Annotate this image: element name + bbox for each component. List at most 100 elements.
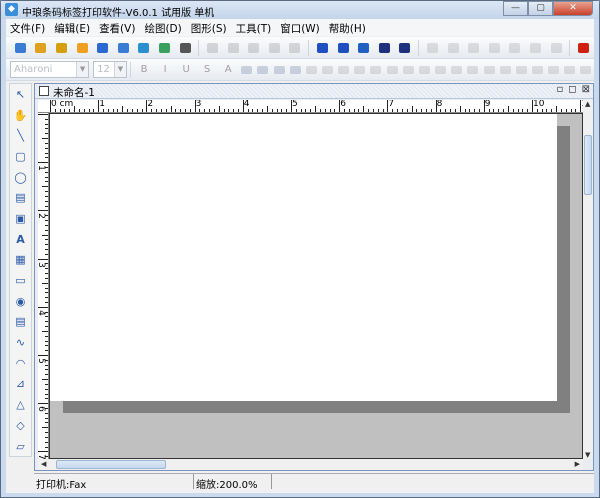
align-button[interactable] xyxy=(451,62,463,78)
font-size-select[interactable]: 12 ▼ xyxy=(93,61,127,78)
text-tool[interactable]: A xyxy=(10,229,31,250)
format-s-button[interactable]: S xyxy=(199,62,215,78)
rtf-tool[interactable]: ▤ xyxy=(10,312,31,333)
chevron-down-icon[interactable]: ▼ xyxy=(113,62,126,77)
align-button[interactable] xyxy=(273,62,285,78)
close-button[interactable]: ✕ xyxy=(553,1,593,16)
open-button[interactable] xyxy=(33,40,49,56)
align-button[interactable] xyxy=(548,62,560,78)
polyline-tool[interactable]: ⊿ xyxy=(10,374,31,395)
print-button[interactable] xyxy=(95,40,111,56)
menu-item[interactable]: 绘图(D) xyxy=(140,19,186,36)
database-add-button[interactable] xyxy=(157,40,173,56)
align-button[interactable] xyxy=(532,62,543,78)
ellipse-tool[interactable]: ◯ xyxy=(10,167,31,188)
undo-button[interactable] xyxy=(267,40,283,56)
vertical-scrollbar[interactable]: ▲ ▼ xyxy=(583,100,593,459)
line-tool[interactable]: ╲ xyxy=(10,125,31,146)
zoom-fit-button[interactable] xyxy=(356,40,372,56)
scroll-left-icon[interactable]: ◀ xyxy=(41,460,46,468)
new-button[interactable] xyxy=(13,40,29,56)
scroll-down-icon[interactable]: ▼ xyxy=(585,451,590,459)
horizontal-scrollbar[interactable]: ◀ ▶ xyxy=(38,459,583,470)
bring-front-button[interactable] xyxy=(507,40,523,56)
align-button[interactable] xyxy=(338,62,350,78)
menu-item[interactable]: 文件(F) xyxy=(6,19,50,36)
align-button[interactable] xyxy=(483,62,495,78)
horizontal-scroll-thumb[interactable] xyxy=(56,460,166,469)
align-button[interactable] xyxy=(499,62,511,78)
menu-item[interactable]: 查看(V) xyxy=(95,19,140,36)
format-u-button[interactable]: U xyxy=(178,62,194,78)
scroll-up-icon[interactable]: ▲ xyxy=(585,100,590,108)
format-a-button[interactable]: A xyxy=(220,62,236,78)
save-button[interactable] xyxy=(54,40,70,56)
format-i-button[interactable]: I xyxy=(157,62,173,78)
menu-item[interactable]: 图形(S) xyxy=(187,19,232,36)
print-preview-button[interactable] xyxy=(115,40,131,56)
align-button[interactable] xyxy=(402,62,414,78)
pan-tool[interactable]: ✋ xyxy=(10,105,31,126)
rounded-rect-tool[interactable]: ▢ xyxy=(10,146,31,167)
send-back-button[interactable] xyxy=(528,40,544,56)
redo-button[interactable] xyxy=(287,40,303,56)
zoom-actual-button[interactable] xyxy=(397,40,413,56)
seal-tool[interactable]: ◉ xyxy=(10,291,31,312)
align-button[interactable] xyxy=(435,62,447,78)
align-button[interactable] xyxy=(580,62,592,78)
maximize-button[interactable]: ▢ xyxy=(528,1,553,16)
database-button[interactable] xyxy=(136,40,152,56)
pdf-button[interactable] xyxy=(576,40,592,56)
document-tab[interactable]: 未命名-1 ▫ ◻ ⊠ xyxy=(35,84,593,99)
paste-button[interactable] xyxy=(246,40,262,56)
grid-button[interactable] xyxy=(177,40,193,56)
image-tool[interactable]: ▣ xyxy=(10,208,31,229)
zoom-page-button[interactable] xyxy=(377,40,393,56)
align-button[interactable] xyxy=(564,62,576,78)
arc-tool[interactable]: ◠ xyxy=(10,353,31,374)
font-select[interactable]: Aharoni ▼ xyxy=(10,61,90,78)
align-button[interactable] xyxy=(515,62,527,78)
design-canvas[interactable] xyxy=(49,113,583,459)
cut-button[interactable] xyxy=(205,40,221,56)
diamond-tool[interactable]: ◇ xyxy=(10,415,31,436)
align-button[interactable] xyxy=(354,62,366,78)
menu-item[interactable]: 工具(T) xyxy=(232,19,277,36)
align-button[interactable] xyxy=(289,62,301,78)
scroll-right-icon[interactable]: ▶ xyxy=(575,460,580,468)
maximize-icon[interactable]: ◻ xyxy=(568,84,576,95)
settings-button[interactable] xyxy=(74,40,90,56)
curve-tool[interactable]: ∿ xyxy=(10,332,31,353)
triangle-tool[interactable]: △ xyxy=(10,394,31,415)
restore-icon[interactable]: ▫ xyxy=(557,84,564,95)
align-a-button[interactable] xyxy=(425,40,441,56)
align-button[interactable] xyxy=(467,62,479,78)
chevron-down-icon[interactable]: ▼ xyxy=(76,62,89,77)
format-b-button[interactable]: B xyxy=(136,62,152,78)
menu-item[interactable]: 窗口(W) xyxy=(276,19,325,36)
align-button[interactable] xyxy=(257,62,269,78)
lock-button[interactable] xyxy=(548,40,564,56)
align-button[interactable] xyxy=(305,62,317,78)
minimize-button[interactable]: — xyxy=(503,1,528,16)
align-button[interactable] xyxy=(418,62,430,78)
label-paper[interactable] xyxy=(50,114,557,401)
copy-button[interactable] xyxy=(225,40,241,56)
group-button[interactable] xyxy=(466,40,482,56)
ungroup-button[interactable] xyxy=(486,40,502,56)
label-tool[interactable]: ▭ xyxy=(10,270,31,291)
menu-item[interactable]: 帮助(H) xyxy=(325,19,371,36)
barcode-tool[interactable]: ▤ xyxy=(10,187,31,208)
vertical-scroll-thumb[interactable] xyxy=(584,135,592,195)
zoom-in-button[interactable] xyxy=(315,40,331,56)
align-b-button[interactable] xyxy=(445,40,461,56)
zoom-out-button[interactable] xyxy=(335,40,351,56)
select-tool[interactable]: ↖ xyxy=(10,84,31,105)
qrcode-tool[interactable]: ▦ xyxy=(10,250,31,271)
align-button[interactable] xyxy=(321,62,333,78)
align-button[interactable] xyxy=(370,62,382,78)
parallelogram-tool[interactable]: ▱ xyxy=(10,436,31,457)
align-button[interactable] xyxy=(386,62,398,78)
align-button[interactable] xyxy=(241,62,253,78)
close-icon[interactable]: ⊠ xyxy=(582,84,590,95)
